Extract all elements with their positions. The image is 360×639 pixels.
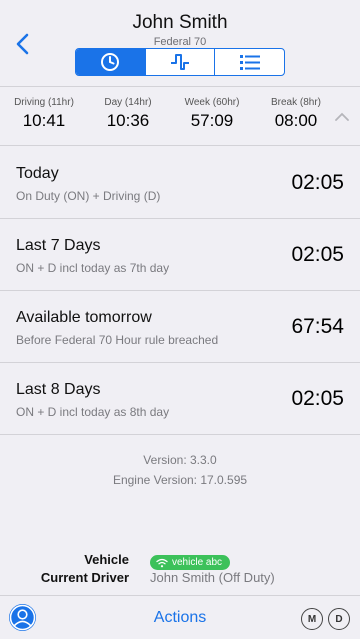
vehicle-badge[interactable]: vehicle abc xyxy=(150,555,231,570)
app-version: Version: 3.3.0 xyxy=(143,453,217,467)
summary-value: 67:54 xyxy=(291,315,344,338)
tab-log-graph[interactable] xyxy=(146,49,216,75)
wifi-icon xyxy=(156,558,168,567)
timer-label: Break (8hr) xyxy=(270,97,321,108)
timer-value: 10:41 xyxy=(22,111,66,130)
current-driver-value: John Smith (Off Duty) xyxy=(150,570,275,585)
tab-clock[interactable] xyxy=(76,49,146,75)
timer-break: Break (8hr) 08:00 xyxy=(260,97,332,131)
timer-value: 08:00 xyxy=(274,111,318,130)
timer-value: 57:09 xyxy=(190,111,234,130)
summary-title: Last 8 Days xyxy=(16,381,101,398)
m-button[interactable]: M xyxy=(301,608,323,630)
header: John Smith Federal 70 xyxy=(0,0,360,87)
summary-value: 02:05 xyxy=(291,171,344,194)
view-tabs xyxy=(75,48,285,76)
tab-list[interactable] xyxy=(215,49,284,75)
engine-version: Engine Version: 17.0.595 xyxy=(112,473,248,487)
timer-week: Week (60hr) 57:09 xyxy=(176,97,248,131)
timer-label: Driving (11hr) xyxy=(14,97,74,108)
summary-title: Today xyxy=(16,165,59,182)
timer-day: Day (14hr) 10:36 xyxy=(92,97,164,131)
summary-value: 02:05 xyxy=(291,243,344,266)
summary-subtitle: ON + D incl today as 7th day xyxy=(16,261,170,275)
summary-title: Available tomorrow xyxy=(16,309,152,326)
driver-name-title: John Smith xyxy=(132,12,228,33)
summary-row-last-8-days: Last 8 Days ON + D incl today as 8th day… xyxy=(0,363,360,435)
summary-subtitle: On Duty (ON) + Driving (D) xyxy=(16,189,161,203)
list-icon xyxy=(239,55,260,70)
summary-row-available-tomorrow: Available tomorrow Before Federal 70 Hou… xyxy=(0,291,360,363)
summary-row-last-7-days: Last 7 Days ON + D incl today as 7th day… xyxy=(0,219,360,291)
summary-row-today: Today On Duty (ON) + Driving (D) 02:05 xyxy=(0,147,360,219)
current-driver-label: Current Driver xyxy=(40,570,129,585)
timer-driving: Driving (11hr) 10:41 xyxy=(8,97,80,131)
chevron-up-icon xyxy=(335,112,349,121)
clock-icon xyxy=(101,53,120,71)
summary-value: 02:05 xyxy=(291,387,344,410)
log-graph-icon xyxy=(171,54,189,70)
collapse-button[interactable] xyxy=(332,108,352,124)
summary-subtitle: ON + D incl today as 8th day xyxy=(16,405,170,419)
timer-value: 10:36 xyxy=(106,111,150,130)
ruleset-subtitle: Federal 70 xyxy=(153,36,207,48)
d-button[interactable]: D xyxy=(328,608,350,630)
vehicle-value: vehicle abc xyxy=(172,557,223,568)
timer-label: Week (60hr) xyxy=(184,97,240,108)
hos-timers: Driving (11hr) 10:41 Day (14hr) 10:36 We… xyxy=(0,88,360,146)
vehicle-label: Vehicle xyxy=(84,552,129,567)
summary-title: Last 7 Days xyxy=(16,237,101,254)
timer-label: Day (14hr) xyxy=(104,97,152,108)
summary-subtitle: Before Federal 70 Hour rule breached xyxy=(16,333,219,347)
bottom-bar: Actions M D xyxy=(0,595,360,639)
